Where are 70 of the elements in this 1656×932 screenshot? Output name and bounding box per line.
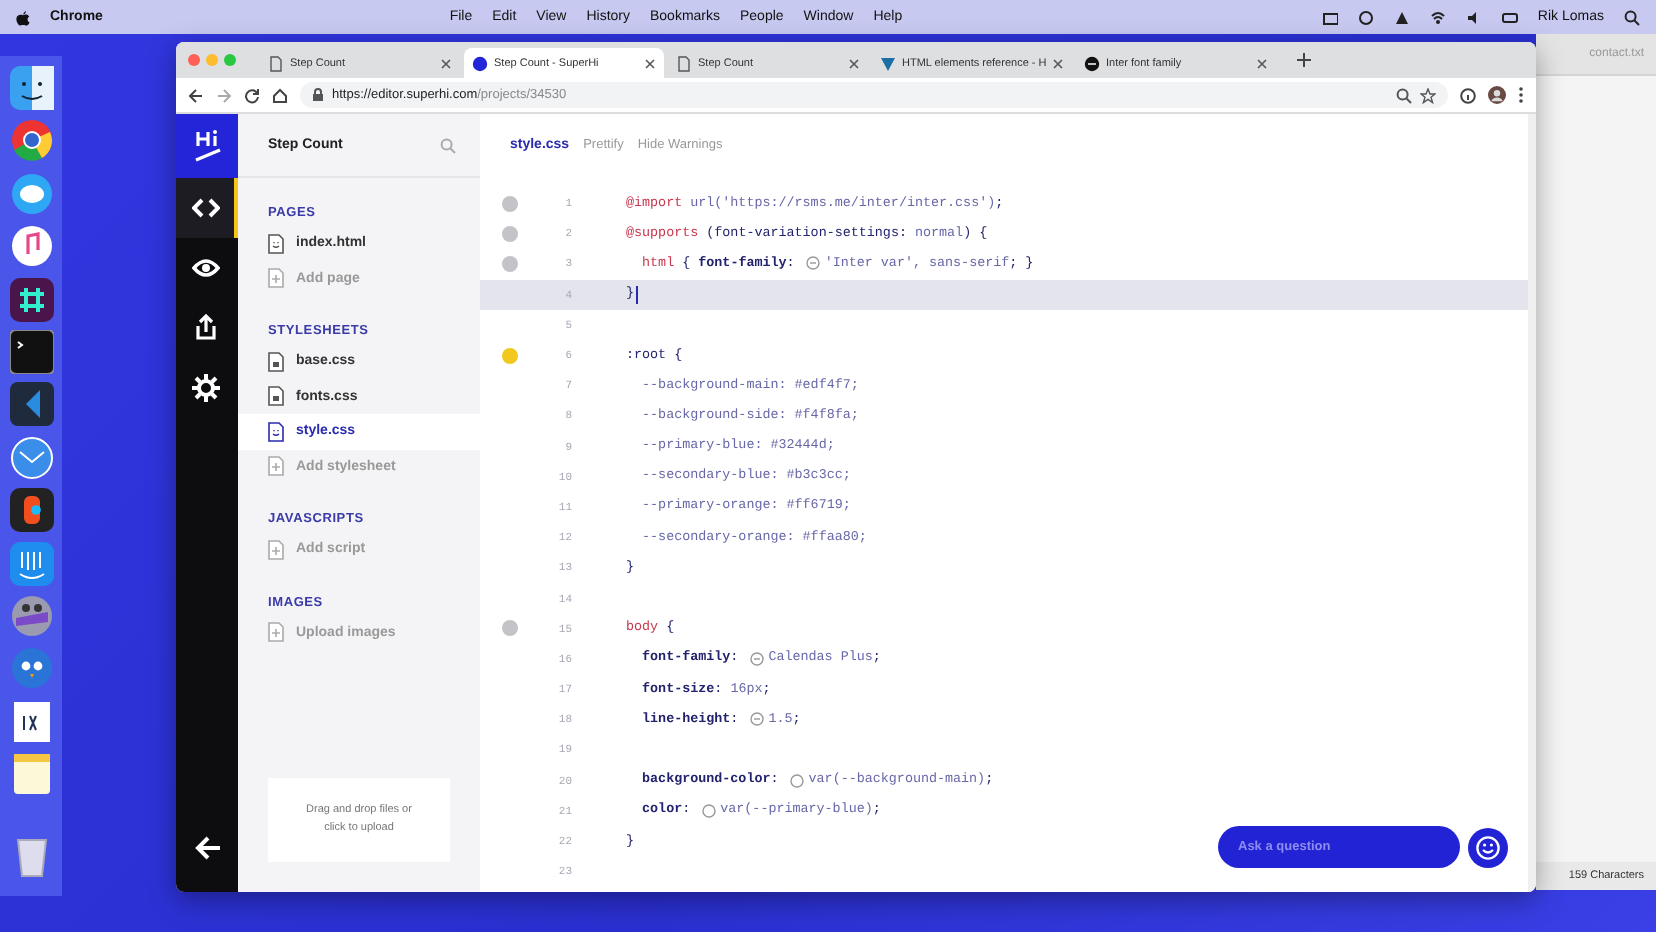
chat-bubble-icon[interactable] — [9, 171, 53, 216]
code-icon — [191, 194, 219, 222]
gutter-dot[interactable] — [502, 347, 518, 364]
gutter-dot[interactable] — [502, 195, 518, 212]
search-icon[interactable] — [1624, 9, 1640, 25]
chat-button[interactable] — [1468, 827, 1508, 867]
circle-logo-icon — [472, 55, 488, 71]
gutter-dot[interactable] — [502, 255, 518, 272]
eye-icon — [191, 254, 219, 282]
page-icon — [268, 55, 284, 71]
close-icon[interactable] — [644, 57, 656, 69]
logo-icon — [191, 128, 223, 164]
text-cursor — [636, 285, 639, 304]
locked-file-icon — [268, 386, 284, 407]
avatar-icon[interactable] — [1488, 86, 1506, 104]
locked-file-icon — [268, 351, 284, 372]
info-icon[interactable] — [1460, 87, 1476, 103]
reload-icon[interactable] — [244, 87, 260, 103]
screen-icon[interactable] — [1321, 9, 1338, 25]
film-reel-icon[interactable] — [9, 593, 53, 638]
code-editor-icon[interactable] — [9, 382, 53, 427]
zoom-icon[interactable] — [1396, 87, 1412, 103]
apple-icon[interactable] — [16, 9, 30, 25]
plus-icon[interactable] — [1296, 52, 1312, 68]
volume-icon[interactable] — [1465, 9, 1482, 25]
minus-circle-icon[interactable] — [750, 712, 765, 727]
envelope-circle-icon[interactable] — [9, 435, 53, 480]
smiley-file-icon — [268, 421, 284, 442]
logo-tile[interactable] — [176, 114, 238, 178]
face-icon[interactable] — [9, 66, 53, 110]
bird-icon[interactable] — [9, 646, 53, 691]
circle-app-icon[interactable] — [9, 118, 53, 163]
wifi-icon[interactable] — [1429, 9, 1446, 25]
circle-icon[interactable] — [1357, 9, 1374, 25]
color-swatch-icon[interactable] — [790, 773, 805, 788]
close-icon[interactable] — [440, 57, 452, 69]
smiley-file-icon — [268, 233, 284, 254]
home-icon[interactable] — [272, 87, 288, 103]
share-icon — [191, 314, 219, 342]
notepad-icon[interactable] — [9, 752, 53, 797]
add-file-icon — [268, 456, 284, 477]
bars-icon[interactable] — [9, 541, 53, 586]
music-note-icon[interactable] — [9, 224, 53, 269]
more-icon[interactable] — [1518, 86, 1524, 104]
hash-icon[interactable] — [9, 277, 53, 322]
add-file-icon — [268, 268, 284, 289]
dark-circle-icon — [1084, 55, 1100, 71]
star-icon[interactable] — [1420, 87, 1436, 103]
close-icon[interactable] — [1256, 57, 1268, 69]
add-file-icon — [268, 539, 284, 560]
terminal-icon[interactable] — [9, 329, 53, 374]
smiley-icon — [1476, 835, 1500, 859]
gutter-dot[interactable] — [502, 225, 518, 242]
document-icon[interactable] — [9, 699, 53, 744]
shapes-icon[interactable] — [9, 488, 53, 533]
battery-icon[interactable] — [1501, 9, 1518, 25]
add-file-icon — [268, 622, 284, 643]
minus-circle-icon[interactable] — [806, 256, 821, 271]
color-swatch-icon[interactable] — [702, 803, 717, 818]
gutter-dot[interactable] — [502, 620, 518, 637]
shield-icon — [880, 55, 896, 71]
lock-icon — [312, 88, 324, 102]
nav-button[interactable] — [176, 178, 238, 238]
settings-icon — [191, 374, 219, 402]
back-arrow-icon[interactable] — [188, 87, 204, 103]
close-icon[interactable] — [848, 57, 860, 69]
minus-circle-icon[interactable] — [750, 651, 765, 666]
page-icon — [676, 55, 692, 71]
close-icon[interactable] — [1052, 57, 1065, 69]
triangle-icon[interactable] — [1393, 9, 1410, 25]
